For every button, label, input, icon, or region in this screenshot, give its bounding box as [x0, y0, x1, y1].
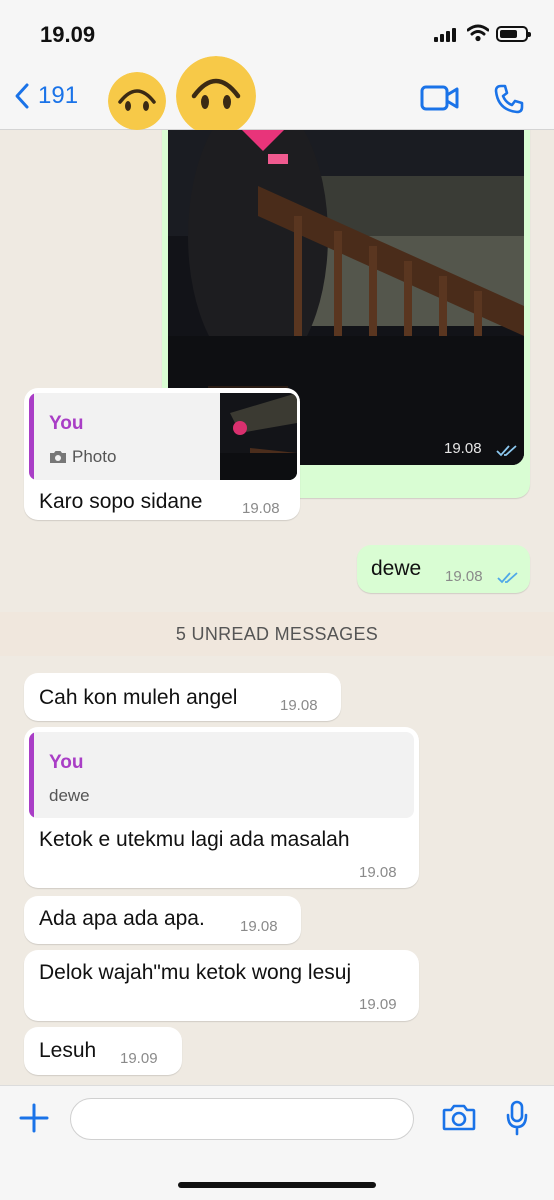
back-unread-count: 191 [38, 82, 79, 109]
phone-call-icon[interactable] [494, 84, 524, 114]
quoted-photo-thumbnail [220, 393, 297, 480]
status-bar: 19.09 [0, 0, 554, 70]
message-incoming[interactable]: You dewe Ketok e utekmu lagi ada masalah… [24, 727, 419, 888]
camera-icon [50, 451, 66, 463]
message-incoming[interactable]: Cah kon muleh angel 19.08 [24, 673, 341, 721]
message-text: dewe [371, 557, 422, 580]
unread-messages-divider: 5 UNREAD MESSAGES [0, 612, 554, 656]
message-text: Lesuh [39, 1039, 97, 1062]
message-incoming[interactable]: Ada apa ada apa. 19.08 [24, 896, 301, 944]
back-button[interactable]: 191 [14, 82, 78, 110]
message-outgoing[interactable]: dewe 19.08 [357, 545, 530, 593]
message-input[interactable] [70, 1098, 414, 1140]
message-time: 19.08 [359, 864, 397, 881]
message-incoming[interactable]: Delok wajah"mu ketok wong lesuj 19.09 [24, 950, 419, 1021]
message-time: 19.09 [359, 996, 397, 1013]
message-text: Karo sopo sidane [39, 490, 203, 513]
chevron-left-icon [15, 83, 29, 109]
message-text: Ketok e utekmu lagi ada masalah [39, 828, 350, 851]
quote-author: You [49, 413, 84, 434]
message-time: 19.08 [445, 568, 483, 585]
battery-icon [496, 26, 531, 42]
chat-header: 191 [0, 56, 554, 136]
message-incoming[interactable]: You Photo Karo sopo sidane 19.08 [24, 388, 300, 520]
quote-label: dewe [49, 786, 90, 805]
double-check-icon [497, 572, 518, 584]
message-time: 19.08 [240, 918, 278, 935]
contact-name-emoji[interactable] [176, 56, 256, 136]
quote-label: Photo [72, 447, 117, 466]
camera-icon[interactable] [442, 1103, 476, 1131]
message-text: Delok wajah"mu ketok wong lesuj [39, 961, 352, 984]
message-time: 19.08 [280, 697, 318, 714]
signal-icon [434, 28, 458, 42]
wifi-icon [467, 24, 489, 42]
quote-author: You [49, 752, 84, 773]
plus-icon[interactable] [18, 1102, 50, 1134]
avatar[interactable] [108, 72, 166, 130]
double-check-icon [496, 445, 517, 457]
message-incoming[interactable]: Lesuh 19.09 [24, 1027, 182, 1075]
message-time: 19.08 [242, 500, 280, 517]
message-text: Cah kon muleh angel [39, 686, 238, 709]
message-time: 19.08 [444, 440, 482, 457]
home-indicator [178, 1182, 376, 1188]
quoted-message[interactable]: You dewe [29, 732, 414, 818]
quoted-message[interactable]: You Photo [29, 393, 297, 480]
message-list[interactable]: 19.08 You Photo Karo sopo sidane 19.08 d… [0, 130, 554, 1085]
composer-bar [0, 1085, 554, 1200]
message-time: 19.09 [120, 1050, 158, 1067]
video-call-icon[interactable] [420, 84, 460, 112]
microphone-icon[interactable] [505, 1100, 529, 1136]
message-text: Ada apa ada apa. [39, 907, 205, 930]
status-time: 19.09 [40, 22, 96, 47]
